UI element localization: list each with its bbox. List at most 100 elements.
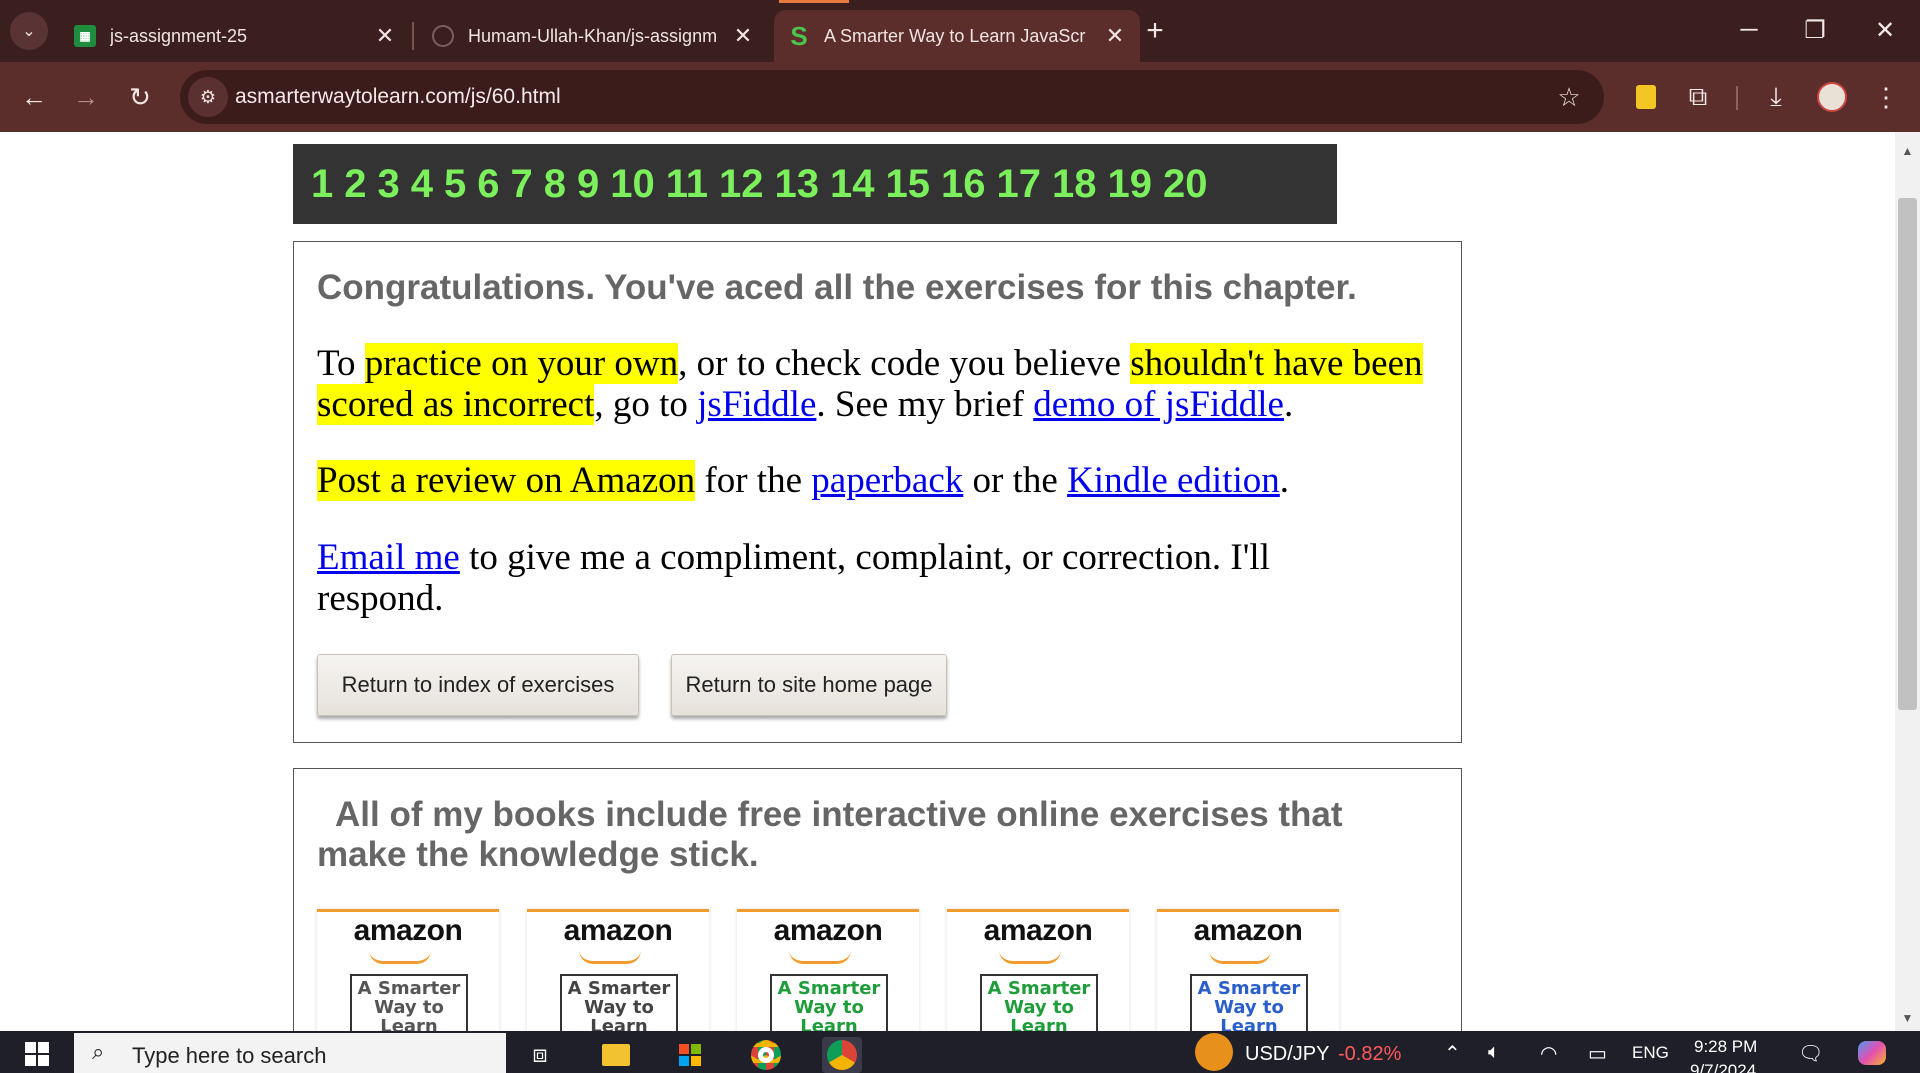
jsfiddle-link[interactable]: jsFiddle — [697, 384, 816, 425]
exercise-number-link[interactable]: 9 — [577, 162, 599, 207]
text: . — [1283, 384, 1294, 425]
back-button[interactable]: ← — [14, 77, 54, 117]
congrats-panel: Congratulations. You've aced all the exe… — [293, 241, 1462, 743]
tab-title: js-assignment-25 — [110, 25, 248, 46]
exercise-number-link[interactable]: 2 — [344, 162, 366, 207]
amazon-book-card[interactable]: amazon A Smarter Way to Learn Python — [527, 909, 709, 1031]
tab-smarter-way[interactable]: S A Smarter Way to Learn JavaScr ✕ — [774, 0, 1140, 62]
new-tab-button[interactable]: + — [1138, 14, 1172, 48]
bookmark-button[interactable]: ☆ — [1552, 80, 1586, 114]
wifi-icon[interactable]: ◠ — [1540, 1041, 1557, 1066]
return-home-button[interactable]: Return to site home page — [671, 654, 947, 716]
stock-ticker[interactable]: USD/JPY — [1245, 1043, 1329, 1066]
menu-button[interactable]: ⋮ — [1866, 77, 1906, 117]
task-view-icon[interactable]: ⧈ — [520, 1037, 560, 1073]
exercise-number-link[interactable]: 5 — [444, 162, 466, 207]
windows-taskbar: ⌕ Type here to search ⧈ USD/JPY -0.82% ⌃… — [0, 1031, 1920, 1073]
chrome-profile-icon[interactable] — [822, 1037, 862, 1073]
download-icon: ⤓ — [1770, 81, 1782, 111]
store-icon[interactable] — [670, 1037, 710, 1073]
clock-date[interactable]: 9/7/2024 — [1690, 1061, 1756, 1073]
email-link[interactable]: Email me — [317, 537, 460, 578]
text: for the — [695, 460, 812, 501]
close-icon[interactable]: ✕ — [730, 23, 756, 49]
exercise-number-link[interactable]: 14 — [830, 162, 875, 207]
exercise-number-link[interactable]: 4 — [411, 162, 433, 207]
tab-search-button[interactable]: ⌄ — [10, 12, 48, 50]
extension-button[interactable] — [1626, 77, 1666, 117]
jsfiddle-demo-link[interactable]: demo of jsFiddle — [1033, 384, 1284, 425]
chrome-icon[interactable] — [746, 1037, 786, 1073]
scroll-down-arrow-icon[interactable]: ▼ — [1895, 1011, 1920, 1025]
stock-widget-icon[interactable] — [1195, 1033, 1233, 1071]
reload-button[interactable]: ↻ — [120, 77, 160, 117]
more-vert-icon: ⋮ — [1873, 81, 1899, 112]
browser-toolbar: ← → ↻ ⚙ asmarterwaytolearn.com/js/60.htm… — [0, 62, 1920, 132]
forward-button[interactable]: → — [66, 77, 106, 117]
address-bar[interactable]: ⚙ asmarterwaytolearn.com/js/60.html ☆ — [180, 70, 1604, 124]
books-heading: All of my books include free interactive… — [317, 795, 1343, 874]
file-explorer-icon[interactable] — [596, 1037, 636, 1073]
amazon-smile-icon — [369, 950, 431, 964]
text: . — [1279, 460, 1290, 501]
exercise-number-link[interactable]: 3 — [378, 162, 400, 207]
close-window-button[interactable]: ✕ — [1860, 8, 1910, 52]
paperback-link[interactable]: paperback — [811, 460, 963, 501]
exercise-number-link[interactable]: 11 — [666, 162, 708, 207]
language-indicator[interactable]: ENG — [1632, 1043, 1669, 1063]
tab-github[interactable]: Humam-Ullah-Khan/js-assignm ✕ — [418, 10, 768, 62]
search-highlight-icon — [394, 1033, 504, 1073]
exercise-number-link[interactable]: 10 — [610, 162, 655, 207]
clock-time[interactable]: 9:28 PM — [1694, 1037, 1757, 1057]
scroll-thumb[interactable] — [1898, 198, 1917, 710]
text: . See my brief — [816, 384, 1034, 425]
tab-js-assignment[interactable]: ▦ js-assignment-25 ✕ — [60, 10, 410, 62]
scroll-up-arrow-icon[interactable]: ▲ — [1895, 144, 1920, 158]
url-text[interactable]: asmarterwaytolearn.com/js/60.html — [235, 85, 561, 109]
exercise-number-bar: 1 2 3 4 5 6 7 8 9 10 11 12 13 14 15 16 17 18 19 20 — [293, 144, 1337, 224]
amazon-book-card[interactable]: amazon A Smarter Way to Learn — [737, 909, 919, 1031]
exercise-number-link[interactable]: 17 — [997, 162, 1042, 207]
volume-icon[interactable]: 🔈︎ — [1488, 1041, 1500, 1064]
close-icon[interactable]: ✕ — [1102, 23, 1128, 49]
exercise-number-link[interactable]: 15 — [886, 162, 931, 207]
chevron-up-icon[interactable]: ⌃ — [1444, 1041, 1461, 1066]
start-button[interactable] — [14, 1037, 60, 1071]
restore-button[interactable]: ❐ — [1790, 8, 1840, 52]
notification-icon[interactable]: 🗨︎ — [1798, 1041, 1823, 1066]
amazon-book-card[interactable]: amazon A Smarter Way to Learn — [317, 909, 499, 1031]
book-cover-title: A Smarter Way to Learn — [980, 974, 1098, 1031]
exercise-number-link[interactable]: 16 — [941, 162, 986, 207]
exercise-number-link[interactable]: 6 — [477, 162, 499, 207]
kindle-link[interactable]: Kindle edition — [1067, 460, 1280, 501]
amazon-smile-icon — [999, 950, 1061, 964]
email-paragraph: Email me to give me a compliment, compla… — [317, 537, 1317, 619]
return-index-button[interactable]: Return to index of exercises — [317, 654, 639, 716]
minimize-button[interactable]: ─ — [1724, 8, 1774, 52]
exercise-number-link[interactable]: 18 — [1052, 162, 1097, 207]
review-paragraph: Post a review on Amazon for the paperbac… — [317, 460, 1437, 501]
exercise-number-link[interactable]: 1 — [311, 162, 333, 207]
exercise-number-link[interactable]: 19 — [1108, 162, 1153, 207]
book-cover-title: A Smarter Way to Learn — [350, 974, 468, 1031]
exercise-number-link[interactable]: 12 — [719, 162, 764, 207]
battery-icon[interactable]: ▭ — [1588, 1041, 1607, 1066]
amazon-book-card[interactable]: amazon A Smarter Way to Learn — [947, 909, 1129, 1031]
exercise-number-link[interactable]: 13 — [775, 162, 820, 207]
extension-badge-icon — [1636, 85, 1656, 109]
taskbar-search[interactable]: ⌕ Type here to search — [74, 1033, 506, 1073]
page-scrollbar[interactable]: ▲ ▼ — [1895, 132, 1920, 1031]
sheets-icon: ▦ — [74, 25, 96, 47]
amazon-book-card[interactable]: amazon A Smarter Way to Learn — [1157, 909, 1339, 1031]
text: , or to check code you believe — [678, 343, 1131, 384]
close-icon[interactable]: ✕ — [372, 23, 398, 49]
exercise-number-link[interactable]: 8 — [544, 162, 566, 207]
text: or the — [963, 460, 1068, 501]
downloads-button[interactable]: ⤓ — [1756, 77, 1796, 117]
extensions-button[interactable]: ⧉ — [1678, 77, 1718, 117]
profile-button[interactable] — [1812, 77, 1852, 117]
copilot-icon[interactable] — [1858, 1041, 1886, 1065]
site-info-button[interactable]: ⚙ — [188, 77, 228, 117]
exercise-number-link[interactable]: 7 — [511, 162, 533, 207]
exercise-number-link[interactable]: 20 — [1163, 162, 1208, 207]
